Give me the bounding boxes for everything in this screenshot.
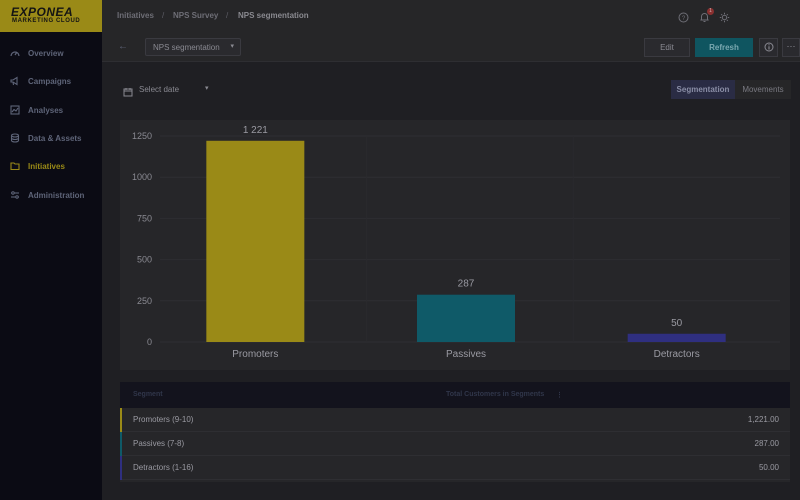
x-category-label: Detractors bbox=[654, 349, 700, 360]
more-options-button[interactable]: ⋯ bbox=[782, 38, 800, 57]
chart-icon bbox=[0, 105, 28, 115]
logo-subtext: MARKETING CLOUD bbox=[12, 18, 81, 24]
segmentation-selector-value: NPS segmentation bbox=[153, 43, 220, 52]
segmentation-chart: 0 250 500 750 1000 1250 1 221 Promoters 287 Passi… bbox=[120, 120, 790, 370]
table-header: Segment Total Customers in Segments ⋮ bbox=[120, 382, 790, 408]
table-row[interactable]: Passives (7-8) 287.00 bbox=[120, 432, 790, 456]
breadcrumb-nps-segmentation: NPS segmentation bbox=[238, 11, 309, 20]
segment-value: 1,221.00 bbox=[747, 415, 779, 424]
data-label: 50 bbox=[671, 318, 683, 329]
caret-down-icon: ▾ bbox=[230, 43, 234, 50]
breadcrumb-separator: / bbox=[162, 11, 165, 20]
bar-detractors bbox=[627, 333, 726, 342]
detractors-color-marker bbox=[120, 456, 122, 480]
y-tick-label: 750 bbox=[137, 213, 152, 223]
folder-icon bbox=[0, 161, 28, 171]
y-tick-label: 0 bbox=[147, 337, 152, 347]
logo-text: EXPONEA bbox=[11, 5, 74, 19]
sidebar-item-label: Analyses bbox=[28, 105, 64, 115]
table-row[interactable]: Promoters (9-10) 1,221.00 bbox=[120, 408, 790, 432]
breadcrumb-separator: / bbox=[226, 11, 229, 20]
sidebar-item-label: Overview bbox=[28, 48, 64, 58]
edit-button[interactable]: Edit bbox=[644, 38, 690, 57]
sidebar-item-label: Campaigns bbox=[28, 76, 72, 86]
calendar-icon bbox=[123, 84, 133, 102]
date-selector[interactable]: Select date ▾ bbox=[120, 80, 209, 98]
y-tick-label: 1000 bbox=[132, 172, 152, 182]
movements-tab[interactable]: Movements bbox=[735, 80, 791, 99]
sidebar-item-initiatives[interactable]: Initiatives bbox=[0, 155, 102, 177]
database-icon bbox=[0, 133, 28, 143]
column-header-total[interactable]: Total Customers in Segments bbox=[446, 391, 544, 398]
refresh-button[interactable]: Refresh bbox=[695, 38, 753, 57]
info-icon bbox=[764, 39, 774, 57]
info-button[interactable] bbox=[759, 38, 778, 57]
segment-name: Promoters (9-10) bbox=[133, 415, 194, 424]
segment-name: Passives (7-8) bbox=[133, 439, 185, 448]
back-arrow-icon[interactable]: ← bbox=[118, 41, 128, 52]
date-selector-label: Select date bbox=[139, 85, 180, 94]
sidebar: EXPONEA MARKETING CLOUD Overview Campaig… bbox=[0, 0, 102, 500]
sidebar-item-data-assets[interactable]: Data & Assets bbox=[0, 127, 102, 149]
segmentation-selector[interactable]: NPS segmentation ▾ bbox=[145, 38, 241, 56]
table-row[interactable]: Detractors (1-16) 50.00 bbox=[120, 456, 790, 480]
gauge-icon bbox=[0, 48, 28, 58]
notification-badge: 1 bbox=[707, 8, 714, 15]
sliders-icon bbox=[0, 190, 28, 200]
bar-chart: 0 250 500 750 1000 1250 1 221 Promoters 287 Passi… bbox=[132, 125, 780, 360]
sidebar-item-label: Data & Assets bbox=[28, 133, 82, 143]
y-tick-label: 250 bbox=[137, 296, 152, 306]
data-label: 287 bbox=[458, 279, 475, 290]
y-tick-label: 1250 bbox=[132, 131, 152, 141]
breadcrumb-nps-survey[interactable]: NPS Survey bbox=[173, 11, 218, 20]
main-content: Select date ▾ Segmentation Movements 0 25… bbox=[102, 62, 800, 500]
x-category-label: Promoters bbox=[232, 349, 278, 360]
segment-value: 287.00 bbox=[754, 439, 779, 448]
sidebar-item-label: Initiatives bbox=[28, 161, 65, 171]
promoters-color-marker bbox=[120, 408, 122, 432]
sidebar-item-label: Administration bbox=[28, 190, 85, 200]
segment-name: Detractors (1-16) bbox=[133, 463, 194, 472]
gear-icon[interactable] bbox=[719, 10, 730, 28]
y-tick-label: 500 bbox=[137, 255, 152, 265]
caret-down-icon: ▾ bbox=[205, 85, 209, 92]
megaphone-icon bbox=[0, 76, 28, 86]
passives-color-marker bbox=[120, 432, 122, 456]
column-header-segment[interactable]: Segment bbox=[133, 391, 163, 398]
toolbar: ← NPS segmentation ▾ Edit Refresh ⋯ bbox=[102, 32, 800, 62]
top-bar: Initiatives / NPS Survey / NPS segmentat… bbox=[102, 0, 800, 32]
segment-table: Segment Total Customers in Segments ⋮ Pr… bbox=[120, 382, 790, 482]
x-category-label: Passives bbox=[446, 349, 486, 360]
sidebar-item-overview[interactable]: Overview bbox=[0, 42, 102, 64]
sidebar-item-administration[interactable]: Administration bbox=[0, 184, 102, 206]
bar-promoters bbox=[206, 140, 305, 342]
data-label: 1 221 bbox=[243, 125, 268, 136]
svg-text:?: ? bbox=[682, 16, 686, 22]
help-icon[interactable]: ? bbox=[678, 10, 689, 28]
breadcrumb-initiatives[interactable]: Initiatives bbox=[117, 11, 154, 20]
sidebar-item-analyses[interactable]: Analyses bbox=[0, 99, 102, 121]
logo[interactable]: EXPONEA MARKETING CLOUD bbox=[0, 0, 102, 32]
segmentation-tab[interactable]: Segmentation bbox=[671, 80, 735, 99]
sidebar-item-campaigns[interactable]: Campaigns bbox=[0, 70, 102, 92]
column-menu-icon[interactable]: ⋮ bbox=[556, 391, 563, 399]
segment-value: 50.00 bbox=[758, 463, 779, 472]
bar-passives bbox=[417, 294, 515, 342]
